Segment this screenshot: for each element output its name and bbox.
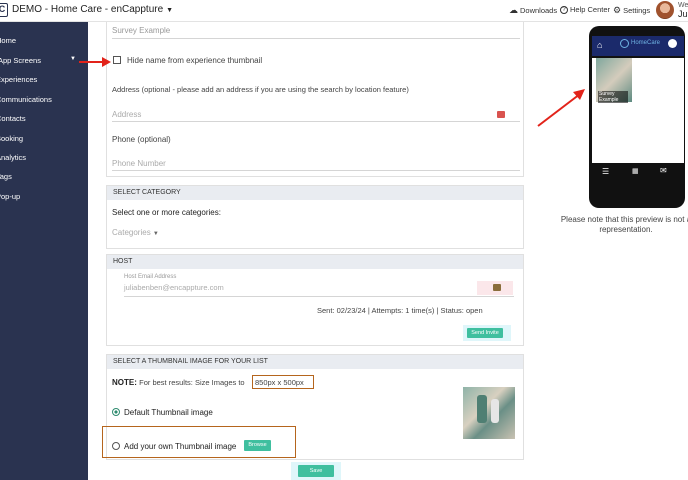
help-center-label: Help Center [570, 5, 611, 14]
host-email-label: Host Email Address [124, 274, 177, 280]
host-card: HOST Host Email Address juliabenben@enca… [106, 254, 524, 346]
own-thumbnail-radio[interactable] [112, 442, 120, 450]
sidebar-item-label: Home [0, 36, 17, 45]
own-thumbnail-label: Add your own Thumbnail image [124, 442, 237, 451]
phone-input[interactable]: Phone Number [112, 159, 166, 168]
phone-label: Phone (optional) [112, 135, 171, 144]
default-thumbnail-radio[interactable] [112, 408, 120, 416]
sidebar-item-label: Analytics [0, 153, 27, 162]
menu-icon: ☰ [602, 167, 610, 176]
mail-icon: ✉ [660, 166, 667, 175]
phone-thumbnail-caption: Survey Example [598, 91, 628, 103]
sidebar-item-label: Contacts [0, 114, 26, 123]
divider [124, 296, 514, 297]
home-icon: ⌂ [597, 40, 603, 50]
phone-brand-text: HomeCare [631, 40, 661, 46]
downloads-label: Downloads [520, 6, 558, 15]
phone-nav-bar: ☰ ▦ ✉ [592, 163, 684, 181]
downloads-link[interactable]: ☁ Downloads [509, 5, 557, 16]
hide-name-label: Hide name from experience thumbnail [127, 56, 263, 65]
category-card: SELECT CATEGORY Select one or more categ… [106, 185, 524, 249]
user-card-icon[interactable] [493, 284, 501, 291]
sidebar-item-analytics[interactable]: Analytics [0, 153, 26, 162]
details-card: Survey Example Hide name from experience… [106, 22, 524, 177]
chevron-down-icon: ▼ [70, 56, 76, 62]
app-logo-icon: C [0, 3, 8, 17]
send-invite-button[interactable]: Send Invite [467, 328, 503, 338]
sidebar-item-experiences[interactable]: Experiences [0, 75, 37, 84]
top-bar: C DEMO - Home Care - enCappture ▼ ☁ Downl… [0, 0, 688, 22]
gear-icon: ⚙ [613, 5, 622, 15]
thumbnail-header: SELECT A THUMBNAIL IMAGE FOR YOUR LIST [107, 355, 523, 369]
grid-icon: ▦ [632, 168, 639, 175]
sidebar: Home App Screens ▼ Experiences Communicat… [0, 22, 88, 480]
save-button[interactable]: Save [298, 465, 334, 477]
sidebar-item-popup[interactable]: Pop-up [0, 192, 20, 201]
note-text: For best results: Size Images to [139, 378, 245, 387]
sidebar-item-label: Tags [0, 172, 12, 181]
note-size: 850px x 500px [255, 378, 304, 387]
app-title: DEMO - Home Care - enCappture [12, 4, 164, 15]
thumbnail-preview-image [463, 387, 515, 439]
experience-form: Survey Example Hide name from experience… [102, 22, 524, 480]
category-instruction: Select one or more categories: [112, 208, 221, 217]
note-bold: NOTE: [112, 378, 137, 387]
annotation-arrow-icon [537, 89, 585, 127]
annotation-arrow-icon [79, 57, 111, 67]
sidebar-item-contacts[interactable]: Contacts [0, 114, 26, 123]
cloud-download-icon: ☁ [509, 5, 518, 15]
divider [112, 121, 520, 122]
sidebar-item-tags[interactable]: Tags [0, 172, 12, 181]
divider [112, 170, 520, 171]
phone-brand-logo [620, 39, 629, 48]
user-icon [668, 39, 677, 48]
sidebar-item-home[interactable]: Home [0, 36, 16, 45]
caret-down-icon: ▼ [152, 231, 159, 237]
help-icon: ? [560, 5, 568, 14]
preview-note: Please note that this preview is not a r… [560, 215, 688, 234]
user-name: Ju [678, 9, 688, 19]
address-label: Address (optional - please add an addres… [112, 85, 409, 94]
category-header: SELECT CATEGORY [107, 186, 523, 200]
sidebar-item-label: Communications [0, 95, 52, 104]
divider [112, 38, 520, 39]
help-center-link[interactable]: ? Help Center [560, 5, 610, 14]
settings-link[interactable]: ⚙ Settings [613, 5, 650, 16]
map-pin-icon[interactable] [497, 111, 505, 118]
sidebar-item-communications[interactable]: Communications [0, 95, 52, 104]
address-input[interactable]: Address [112, 110, 141, 119]
browse-button[interactable]: Browse [244, 440, 271, 451]
survey-name-field[interactable]: Survey Example [112, 26, 170, 35]
host-email-input[interactable]: juliabenben@encappture.com [124, 283, 224, 292]
app-switcher[interactable]: DEMO - Home Care - enCappture ▼ [12, 4, 173, 15]
sidebar-item-label: Pop-up [0, 192, 21, 201]
sidebar-item-label: App Screens [0, 56, 41, 65]
hide-name-checkbox[interactable] [113, 56, 121, 64]
categories-dropdown[interactable]: Categories ▼ [112, 228, 159, 237]
invite-status: Sent: 02/23/24 | Attempts: 1 time(s) | S… [317, 306, 483, 315]
phone-app-header: ⌂ HomeCare [592, 36, 684, 56]
sidebar-item-label: Experiences [0, 75, 38, 84]
sidebar-item-app-screens[interactable]: App Screens ▼ [0, 56, 86, 65]
sidebar-item-label: Booking [0, 134, 24, 143]
user-welcome: We Ju [678, 1, 688, 19]
sidebar-item-booking[interactable]: Booking [0, 134, 23, 143]
size-note: NOTE: For best results: Size Images to [112, 378, 245, 387]
caret-down-icon: ▼ [166, 7, 174, 14]
settings-label: Settings [623, 6, 651, 15]
avatar[interactable] [656, 1, 674, 19]
host-header: HOST [107, 255, 523, 269]
default-thumbnail-label: Default Thumbnail image [124, 408, 213, 417]
categories-dropdown-label: Categories [112, 228, 151, 237]
